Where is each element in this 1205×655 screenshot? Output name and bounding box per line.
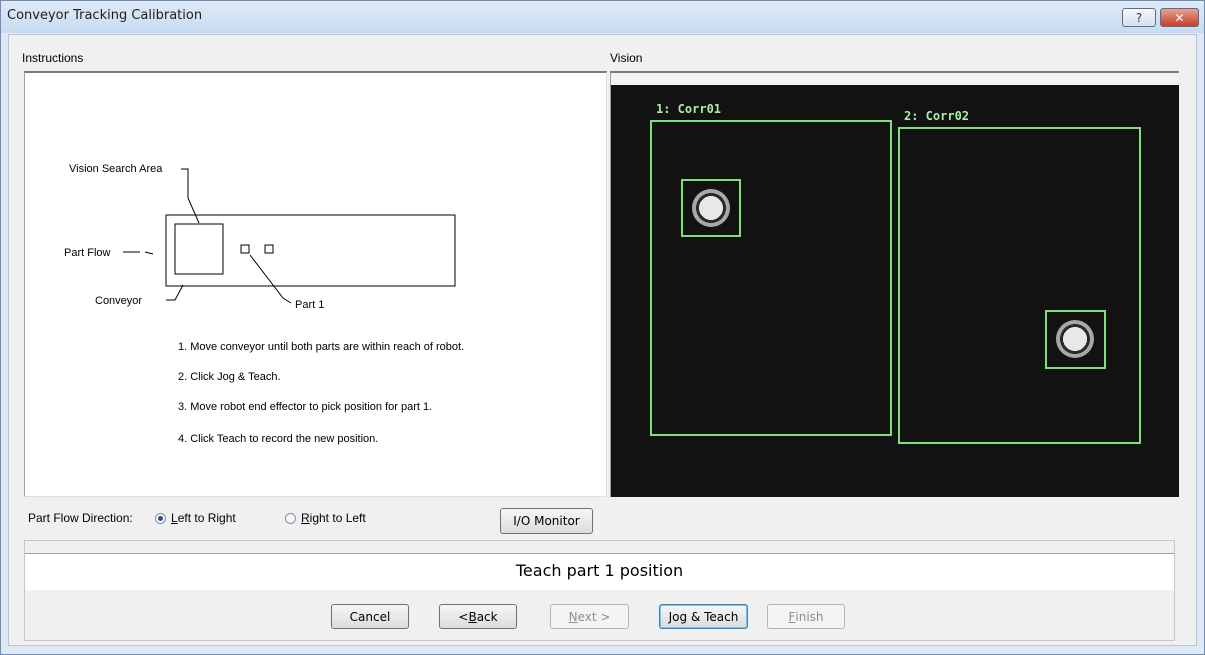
radio-right-to-left-indicator[interactable] (285, 512, 296, 524)
leader-conveyor (166, 284, 184, 301)
radio-left-to-right-indicator[interactable] (155, 512, 166, 524)
conveyor-rect (165, 214, 456, 287)
radio-right-to-left[interactable]: Right to Left (285, 511, 366, 525)
vision-search-area-label: Vision Search Area (69, 163, 163, 175)
camera-image-edge (611, 73, 1179, 85)
roi-2-label: 2: Corr02 (904, 109, 970, 123)
roi-1-box[interactable] (650, 120, 892, 436)
radio-right-to-left-label: Right to Left (301, 511, 366, 525)
part-2-square (264, 244, 274, 254)
wizard-footer: Teach part 1 position Cancel < Back Next… (24, 540, 1175, 641)
window-title: Conveyor Tracking Calibration (7, 8, 203, 23)
vision-label: Vision (610, 51, 643, 65)
back-button[interactable]: < Back (439, 604, 517, 629)
help-button[interactable]: ? (1122, 8, 1156, 27)
radio-left-to-right[interactable]: Left to Right (155, 511, 236, 525)
vision-search-area-rect (174, 223, 224, 275)
part-flow-direction-label: Part Flow Direction: (28, 511, 133, 525)
instruction-step-3: 3. Move robot end effector to pick posit… (178, 401, 433, 413)
conveyor-label: Conveyor (95, 295, 143, 307)
close-icon: ✕ (1174, 10, 1185, 25)
part-1-square (240, 244, 250, 254)
instructions-panel: Vision Search Area Part Flow Conveyor Pa… (24, 71, 607, 497)
next-button[interactable]: Next > (550, 604, 629, 629)
part-2-image (1056, 320, 1094, 358)
instructions-label: Instructions (22, 51, 84, 65)
io-monitor-button[interactable]: I/O Monitor (500, 508, 593, 534)
instruction-step-2: 2. Click Jog & Teach. (178, 371, 281, 383)
roi-2-box[interactable] (898, 127, 1141, 444)
status-box: Teach part 1 position (25, 553, 1174, 590)
help-icon: ? (1135, 10, 1143, 25)
instruction-step-4: 4. Click Teach to record the new positio… (178, 433, 379, 445)
part-1-image (692, 189, 730, 227)
finish-button[interactable]: Finish (767, 604, 845, 629)
dialog-window: Conveyor Tracking Calibration ? ✕ Instru… (0, 0, 1205, 655)
vision-image-panel[interactable]: 1: Corr01 2: Corr02 (610, 71, 1179, 497)
status-text: Teach part 1 position (515, 561, 684, 580)
instruction-step-1: 1. Move conveyor until both parts are wi… (178, 341, 465, 353)
radio-left-to-right-label: Left to Right (171, 511, 236, 525)
part-1-label: Part 1 (295, 299, 325, 311)
title-bar[interactable]: Conveyor Tracking Calibration ? ✕ (1, 1, 1204, 33)
leader-part-1 (249, 254, 292, 304)
part-flow-label: Part Flow (64, 247, 111, 259)
close-button[interactable]: ✕ (1160, 8, 1199, 27)
cancel-button[interactable]: Cancel (331, 604, 409, 629)
dialog-client-area: Instructions Vision Search Area Part Flo… (8, 34, 1197, 646)
roi-1-label: 1: Corr01 (656, 102, 722, 116)
jog-and-teach-button[interactable]: Jog & Teach (659, 604, 748, 629)
radio-selected-dot (158, 515, 163, 521)
